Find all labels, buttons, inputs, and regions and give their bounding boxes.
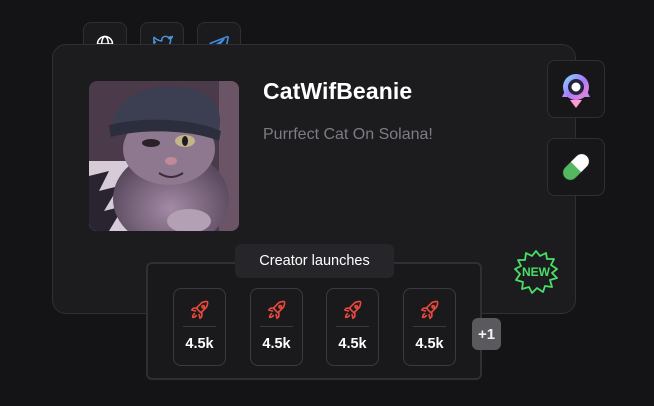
launchpad-button[interactable] [547,60,605,118]
rocket-icon [190,300,209,320]
launch-card[interactable]: 4.5k [173,288,226,366]
rocket-icon [267,300,286,320]
rocket-icon [343,300,362,320]
creator-launches-label: Creator launches [235,244,394,278]
launch-card[interactable]: 4.5k [326,288,379,366]
svg-text:NEW: NEW [522,265,551,279]
launch-card[interactable]: 4.5k [403,288,456,366]
launch-value: 4.5k [415,336,444,352]
launch-value: 4.5k [338,336,367,352]
pill-icon [561,152,591,182]
token-image [89,81,239,231]
launch-card[interactable]: 4.5k [250,288,303,366]
rocket-launchpad-icon [562,74,590,108]
launch-value: 4.5k [262,336,291,352]
launch-value: 4.5k [185,336,214,352]
pill-button[interactable] [547,138,605,196]
rocket-icon [420,300,439,320]
token-name: CatWifBeanie [263,78,413,104]
token-tagline: Purrfect Cat On Solana! [263,126,433,143]
new-badge-icon: NEW [514,250,558,294]
more-launches-badge[interactable]: +1 [472,318,501,350]
